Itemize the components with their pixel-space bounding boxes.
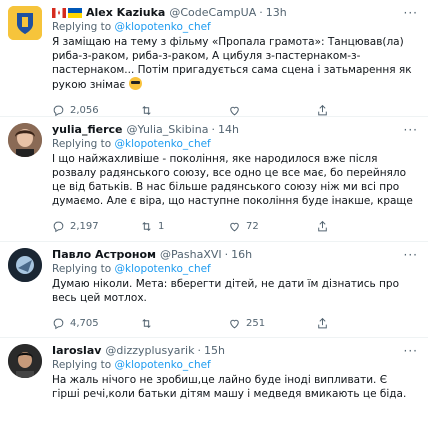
avatar[interactable]	[8, 123, 42, 157]
avatar[interactable]	[8, 6, 42, 40]
tweet-card[interactable]: Alex Kaziuka @CodeCampUA · 13h ··· Reply…	[0, 0, 428, 117]
shield-logo-icon	[8, 6, 42, 40]
replying-to-link[interactable]: @klopotenko_chef	[115, 359, 211, 371]
user-photo-icon	[8, 344, 42, 378]
tweet-header: Павло Астроном @PashaXVI · 16h	[52, 248, 416, 262]
canada-flag-icon	[52, 8, 66, 18]
tweet-actions: 2,197 1 72	[52, 213, 392, 239]
retweet-button[interactable]	[140, 317, 228, 330]
more-options-icon[interactable]: ···	[404, 123, 418, 137]
reply-button[interactable]: 2,056	[52, 104, 140, 117]
ukraine-flag-icon	[68, 8, 82, 18]
reply-count: 4,705	[70, 317, 99, 329]
more-options-icon[interactable]: ···	[404, 248, 418, 262]
tweet-text: На жаль нічого не зробиш,це лайно буде і…	[52, 374, 407, 400]
tweet-header: Alex Kaziuka @CodeCampUA · 13h	[52, 6, 416, 20]
like-count: 72	[246, 220, 259, 232]
share-icon	[318, 220, 327, 231]
tweet-header: Iaroslav @dizzyplusyarik · 15h	[52, 344, 416, 358]
tweet-header: yulia_fierce @Yulia_Skibina · 14h	[52, 123, 416, 137]
replying-to: Replying to @klopotenko_chef	[52, 359, 211, 371]
like-count: 251	[246, 317, 266, 329]
reply-button[interactable]: 4,705	[52, 317, 140, 330]
tweet-card[interactable]: yulia_fierce @Yulia_Skibina · 14h ··· Re…	[0, 117, 428, 242]
replying-to: Replying to @klopotenko_chef	[52, 138, 211, 150]
reply-icon	[53, 105, 64, 116]
reply-icon	[53, 221, 64, 232]
share-icon	[318, 104, 327, 115]
smiling-face-with-sunglasses-icon	[128, 77, 142, 90]
display-name[interactable]: Павло Астроном	[52, 248, 156, 262]
replying-to-link[interactable]: @klopotenko_chef	[115, 138, 211, 150]
user-handle[interactable]: @Yulia_Skibina	[127, 123, 209, 137]
display-name[interactable]: yulia_fierce	[52, 123, 123, 137]
retweet-icon	[142, 318, 151, 328]
reply-count: 2,056	[70, 104, 99, 116]
avatar[interactable]	[8, 248, 42, 282]
heart-icon	[230, 222, 239, 231]
retweet-button[interactable]: 1	[140, 220, 228, 233]
avatar[interactable]	[8, 344, 42, 378]
more-options-icon[interactable]: ···	[404, 344, 418, 358]
display-name[interactable]: Alex Kaziuka	[86, 6, 165, 20]
like-button[interactable]	[228, 104, 316, 117]
timestamp[interactable]: 15h	[204, 344, 225, 358]
replying-to-link[interactable]: @klopotenko_chef	[115, 21, 211, 33]
share-button[interactable]	[316, 104, 329, 117]
more-options-icon[interactable]: ···	[404, 6, 418, 20]
separator-dot: ·	[259, 6, 263, 19]
user-handle[interactable]: @CodeCampUA	[169, 6, 256, 20]
timestamp[interactable]: 16h	[231, 248, 252, 262]
replying-to: Replying to @klopotenko_chef	[52, 263, 211, 275]
tweet-text: Думаю ніколи. Мета: вберегти дітей, не д…	[52, 278, 400, 304]
tweet-text: І що найжахливіше - покоління, яке народ…	[52, 153, 413, 207]
reply-count: 2,197	[70, 220, 99, 232]
tweet-card[interactable]: Павло Астроном @PashaXVI · 16h ··· Reply…	[0, 242, 428, 338]
tweet-card[interactable]: Iaroslav @dizzyplusyarik · 15h ··· Reply…	[0, 338, 428, 422]
reply-button[interactable]: 2,197	[52, 220, 140, 233]
heart-icon	[230, 106, 239, 115]
retweet-icon	[142, 105, 151, 115]
separator-dot: ·	[197, 344, 201, 357]
display-name[interactable]: Iaroslav	[52, 344, 101, 358]
retweet-button[interactable]	[140, 104, 228, 117]
share-button[interactable]	[316, 317, 329, 330]
tweet-actions: 4,705 251	[52, 310, 392, 336]
user-photo-icon	[8, 123, 42, 157]
tweet-text: Я заміщаю на тему з фільму «Пропала грам…	[52, 36, 412, 91]
share-button[interactable]	[316, 220, 329, 233]
timestamp[interactable]: 14h	[218, 123, 239, 137]
retweet-icon	[142, 221, 151, 231]
like-button[interactable]: 251	[228, 317, 316, 330]
reply-icon	[53, 318, 64, 329]
share-icon	[318, 317, 327, 328]
separator-dot: ·	[211, 123, 215, 136]
timestamp[interactable]: 13h	[266, 6, 287, 20]
user-handle[interactable]: @dizzyplusyarik	[105, 344, 194, 358]
replying-to-link[interactable]: @klopotenko_chef	[115, 263, 211, 275]
replying-to: Replying to @klopotenko_chef	[52, 21, 211, 33]
heart-icon	[230, 319, 239, 328]
user-handle[interactable]: @PashaXVI	[160, 248, 222, 262]
user-photo-icon	[8, 248, 42, 282]
like-button[interactable]: 72	[228, 220, 316, 233]
separator-dot: ·	[224, 248, 229, 261]
retweet-count: 1	[158, 220, 165, 232]
